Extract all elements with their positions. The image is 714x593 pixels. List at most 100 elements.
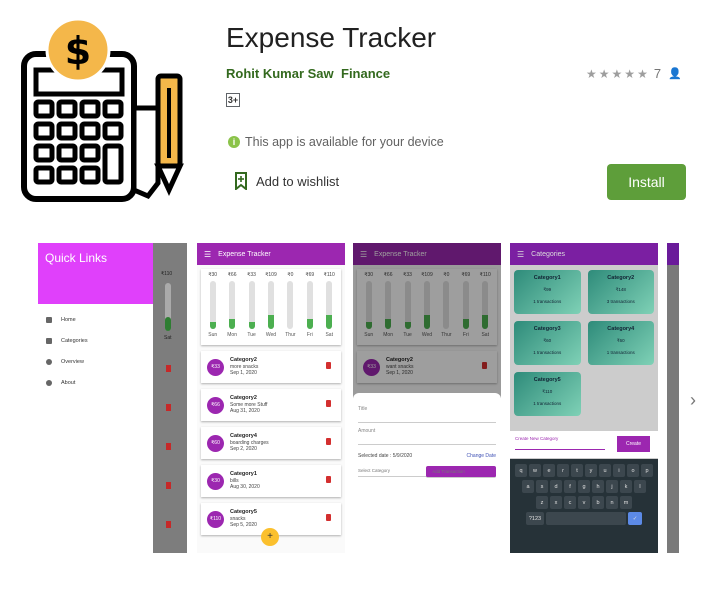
- change-date-button[interactable]: Change Date: [467, 453, 496, 459]
- add-to-wishlist-button[interactable]: Add to wishlist: [234, 172, 339, 190]
- drawer-item-categories[interactable]: Categories: [38, 330, 153, 351]
- key[interactable]: l: [634, 480, 646, 493]
- install-button[interactable]: Install: [607, 164, 686, 200]
- tx-category: Category2: [230, 357, 257, 364]
- categories-icon: [46, 337, 52, 344]
- keyboard[interactable]: q w e r t y u i o p a s d f g h j k l z x c v b n m ?123 ✓: [510, 459, 658, 553]
- key[interactable]: t: [571, 464, 583, 477]
- tile-amount: ₹110: [542, 389, 553, 394]
- new-category-input[interactable]: Create New Category: [515, 436, 605, 450]
- key[interactable]: y: [585, 464, 597, 477]
- screenshot-carousel[interactable]: ₹110 Sat Quick Links Home Categories Ove…: [38, 243, 679, 553]
- category-tile[interactable]: Category1 ₹99 1 transactions: [514, 270, 581, 314]
- key[interactable]: i: [613, 464, 625, 477]
- category-tile[interactable]: Category2 ₹148 3 transactions: [587, 270, 654, 314]
- key[interactable]: h: [592, 480, 604, 493]
- developer-link[interactable]: Rohit Kumar Saw: [226, 66, 334, 81]
- drawer-item-label: About: [61, 379, 76, 386]
- day-amount: ₹30: [208, 272, 218, 278]
- screenshot-partial[interactable]: [667, 243, 679, 553]
- key[interactable]: m: [620, 496, 632, 509]
- key[interactable]: e: [543, 464, 555, 477]
- screenshot-add-transaction[interactable]: ☰ Expense Tracker ₹30 Sun ₹66 Mon ₹33 Tue ₹1…: [353, 243, 501, 553]
- day-label: Thur: [285, 332, 296, 338]
- add-transaction-button[interactable]: Add Transaction: [426, 466, 496, 478]
- key[interactable]: r: [557, 464, 569, 477]
- drawer-item-home[interactable]: Home: [38, 309, 153, 330]
- day-bar: ₹30 Sun: [206, 272, 220, 342]
- bar-track: [209, 281, 216, 329]
- dimmed-content: ₹110 Sat: [153, 243, 187, 553]
- amount-field[interactable]: Amount: [358, 423, 496, 445]
- calculator-dollar-icon: $: [21, 18, 184, 202]
- key[interactable]: n: [606, 496, 618, 509]
- tile-count: 1 transactions: [606, 350, 635, 355]
- star-icon: ★: [611, 66, 623, 81]
- key[interactable]: s: [536, 480, 548, 493]
- availability-text: This app is available for your device: [245, 135, 444, 149]
- tx-date: Sep 1, 2020: [230, 370, 257, 377]
- key[interactable]: w: [529, 464, 541, 477]
- key[interactable]: f: [564, 480, 576, 493]
- bar-fill: [326, 314, 333, 329]
- availability-note: i This app is available for your device: [228, 135, 444, 149]
- key[interactable]: q: [515, 464, 527, 477]
- day-bar: ₹110 Sat: [322, 272, 336, 342]
- key[interactable]: p: [641, 464, 653, 477]
- key[interactable]: x: [550, 496, 562, 509]
- category-tile[interactable]: Category3 ₹60 1 transactions: [514, 321, 581, 365]
- drawer-item-overview[interactable]: Overview: [38, 351, 153, 372]
- day-bar: ₹109 Wed: [264, 272, 278, 342]
- trash-icon[interactable]: [326, 438, 331, 445]
- list-item[interactable]: ₹66 Category2 Some more Stuff Aug 31, 20…: [201, 389, 341, 421]
- app-title: Expense Tracker: [226, 22, 437, 53]
- key[interactable]: d: [550, 480, 562, 493]
- screenshot-categories[interactable]: ☰ Categories Category1 ₹99 1 transactions…: [510, 243, 658, 553]
- list-item[interactable]: ₹60 Category4 boarding charges Sep 2, 20…: [201, 427, 341, 459]
- tx-note: more snacks: [230, 364, 259, 371]
- trash-icon: [166, 365, 171, 372]
- trash-icon[interactable]: [326, 514, 331, 521]
- list-item[interactable]: ₹33 Category2 more snacks Sep 1, 2020: [201, 351, 341, 383]
- key-num[interactable]: ?123: [526, 512, 544, 525]
- trash-icon: [166, 482, 171, 489]
- enter-key[interactable]: ✓: [628, 512, 642, 525]
- key[interactable]: o: [627, 464, 639, 477]
- list-item[interactable]: ₹30 Category1 bills Aug 30, 2020: [201, 465, 341, 497]
- peek-amount: ₹110: [161, 271, 173, 277]
- trash-icon[interactable]: [326, 362, 331, 369]
- screenshot-home[interactable]: ☰ Expense Tracker ₹30 Sun ₹66 Mon ₹33 Tue ₹1…: [197, 243, 345, 553]
- key[interactable]: k: [620, 480, 632, 493]
- star-icon: ★: [586, 66, 597, 81]
- title-field[interactable]: Title: [358, 401, 496, 423]
- bar-fill: [209, 321, 216, 329]
- category-tile[interactable]: Category4 ₹60 1 transactions: [587, 321, 654, 365]
- key[interactable]: b: [592, 496, 604, 509]
- day-bar: ₹33 Tue: [245, 272, 259, 342]
- key[interactable]: c: [564, 496, 576, 509]
- drawer-item-label: Overview: [61, 358, 84, 365]
- rating: ★ ★ ★ ★ ★ 7 👤: [586, 66, 682, 81]
- category-tile[interactable]: Category5 ₹110 1 transactions: [514, 372, 581, 416]
- day-bar: ₹66 Mon: [225, 272, 239, 342]
- trash-icon[interactable]: [326, 400, 331, 407]
- amount-circle: ₹110: [207, 510, 224, 528]
- chevron-right-icon[interactable]: ›: [690, 390, 696, 411]
- key[interactable]: j: [606, 480, 618, 493]
- app-bar-title: Categories: [531, 250, 566, 258]
- space-key[interactable]: [546, 512, 626, 525]
- key[interactable]: a: [522, 480, 534, 493]
- create-button[interactable]: Create: [616, 436, 650, 452]
- person-icon: 👤: [668, 68, 682, 80]
- category-link[interactable]: Finance: [341, 66, 390, 81]
- key[interactable]: g: [578, 480, 590, 493]
- key[interactable]: v: [578, 496, 590, 509]
- key[interactable]: z: [536, 496, 548, 509]
- drawer-item-about[interactable]: About: [38, 372, 153, 393]
- trash-icon[interactable]: [326, 476, 331, 483]
- key[interactable]: u: [599, 464, 611, 477]
- category-select[interactable]: Select Category: [358, 468, 427, 477]
- add-fab[interactable]: +: [261, 528, 279, 546]
- screenshot-drawer[interactable]: ₹110 Sat Quick Links Home Categories Ove…: [38, 243, 187, 553]
- day-bar: ₹0 Thur: [283, 272, 297, 342]
